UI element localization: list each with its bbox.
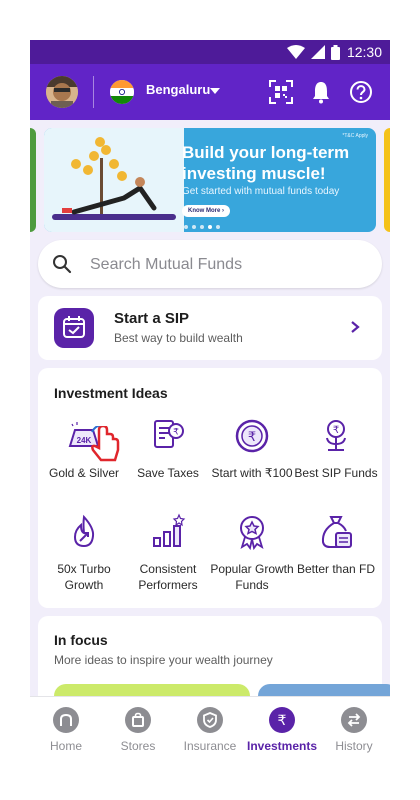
sip-title: Start a SIP <box>114 310 190 327</box>
app-header: Bengaluru <box>30 64 390 120</box>
rupee-icon: ₹ <box>269 707 295 733</box>
nav-insurance[interactable]: Insurance <box>174 707 246 753</box>
idea-save-taxes[interactable]: ₹ Save Taxes <box>125 416 211 481</box>
nav-history[interactable]: History <box>318 707 390 753</box>
idea-label: Gold & Silver <box>48 466 120 480</box>
india-flag-icon[interactable] <box>110 80 134 104</box>
svg-text:₹: ₹ <box>248 430 256 445</box>
shopping-bag-icon <box>125 707 151 733</box>
transfer-arrows-icon <box>341 707 367 733</box>
carousel-dot-active[interactable] <box>208 225 212 229</box>
in-focus-subtitle: More ideas to inspire your wealth journe… <box>54 653 273 667</box>
carousel-prev-peek <box>30 128 36 232</box>
idea-label: Save Taxes <box>137 466 199 480</box>
start-sip-card[interactable]: Start a SIP Best way to build wealth <box>38 296 382 360</box>
svg-text:₹: ₹ <box>173 428 179 438</box>
banner-subtitle: Get started with mutual funds today <box>182 186 340 197</box>
tap-hand-icon <box>91 426 120 462</box>
idea-consistent-performers[interactable]: Consistent Performers <box>125 512 211 593</box>
avatar-photo <box>46 76 78 108</box>
header-divider <box>93 76 94 108</box>
wifi-icon <box>287 45 305 59</box>
banner-title-line1: Build your long-term <box>182 143 350 162</box>
promo-carousel[interactable]: *T&C Apply Build your long-term investin… <box>30 120 390 240</box>
idea-label: Best SIP Funds <box>294 466 378 480</box>
tax-receipt-icon: ₹ <box>154 420 184 448</box>
search-bar[interactable]: Search Mutual Funds <box>38 240 382 288</box>
battery-icon <box>331 44 340 60</box>
carousel-next-peek <box>384 128 390 232</box>
svg-text:₹: ₹ <box>278 713 287 729</box>
banner-title-line2: investing muscle! <box>182 164 326 183</box>
investment-ideas-heading: Investment Ideas <box>54 385 168 401</box>
carousel-dot[interactable] <box>184 225 188 229</box>
nav-label: Stores <box>120 739 156 753</box>
nav-home[interactable]: Home <box>30 707 102 753</box>
idea-label: 50x Turbo Growth <box>57 562 111 592</box>
banner-illustration <box>44 128 184 232</box>
in-focus-heading: In focus <box>54 632 108 648</box>
carousel-dot[interactable] <box>200 225 204 229</box>
home-icon <box>53 707 79 733</box>
rupee-coin-icon: ₹ <box>235 419 269 453</box>
chevron-right-icon[interactable] <box>350 320 360 334</box>
carousel-dot[interactable] <box>216 225 220 229</box>
idea-popular-growth-funds[interactable]: Popular Growth Funds <box>209 512 295 593</box>
avatar[interactable] <box>46 76 78 108</box>
idea-gold-silver[interactable]: 24K Gold & Silver <box>41 416 127 481</box>
shield-icon <box>197 707 223 733</box>
idea-best-sip-funds[interactable]: ₹ Best SIP Funds <box>293 416 379 481</box>
idea-label: Consistent Performers <box>138 562 198 592</box>
money-bag-icon <box>321 516 352 548</box>
tc-label: *T&C Apply <box>342 133 368 139</box>
investment-ideas-card: Investment Ideas 24K Gold & Silver ₹ Sav… <box>38 368 382 608</box>
bottom-nav: Home Stores Insurance ₹ Investments Hist… <box>30 696 390 757</box>
search-placeholder[interactable]: Search Mutual Funds <box>90 256 242 274</box>
bar-chart-star-icon <box>153 513 186 547</box>
calendar-check-icon <box>54 308 94 348</box>
status-bar: 12:30 <box>30 40 390 64</box>
idea-start-with-100[interactable]: ₹ Start with ₹100 <box>209 416 295 481</box>
nav-stores[interactable]: Stores <box>102 707 174 753</box>
qr-scan-icon[interactable] <box>268 79 294 105</box>
carousel-dots <box>184 225 220 229</box>
promo-banner[interactable]: *T&C Apply Build your long-term investin… <box>44 128 376 232</box>
sip-subtitle: Best way to build wealth <box>114 331 243 345</box>
star-badge-icon <box>240 516 264 551</box>
idea-label: Better than FD <box>296 562 376 576</box>
rupee-plant-icon: ₹ <box>326 420 346 451</box>
status-icons <box>287 44 340 60</box>
nav-label: Investments <box>246 739 318 753</box>
know-more-label: Know More <box>188 208 221 214</box>
search-icon <box>53 255 72 274</box>
nav-label: History <box>335 739 373 753</box>
flame-arrow-icon <box>73 514 95 548</box>
idea-turbo-growth[interactable]: 50x Turbo Growth <box>41 512 127 593</box>
idea-label: Start with ₹100 <box>211 466 293 480</box>
phone-screen: 12:30 Bengaluru *T&C Apply Build your lo… <box>30 40 390 757</box>
chevron-down-icon[interactable] <box>210 88 220 94</box>
nav-investments[interactable]: ₹ Investments <box>246 707 318 753</box>
idea-label: Popular Growth Funds <box>210 562 294 592</box>
status-time: 12:30 <box>346 44 382 60</box>
svg-text:₹: ₹ <box>333 425 339 436</box>
idea-better-than-fd[interactable]: Better than FD <box>293 512 379 577</box>
help-icon[interactable] <box>348 79 374 105</box>
bell-icon[interactable] <box>308 79 334 105</box>
carousel-dot[interactable] <box>192 225 196 229</box>
location-label[interactable]: Bengaluru <box>146 82 210 97</box>
nav-label: Home <box>49 739 82 753</box>
banner-title: Build your long-term investing muscle! <box>182 142 367 184</box>
know-more-button[interactable]: Know More › <box>182 205 231 217</box>
nav-label: Insurance <box>183 739 237 753</box>
signal-icon <box>311 45 325 59</box>
